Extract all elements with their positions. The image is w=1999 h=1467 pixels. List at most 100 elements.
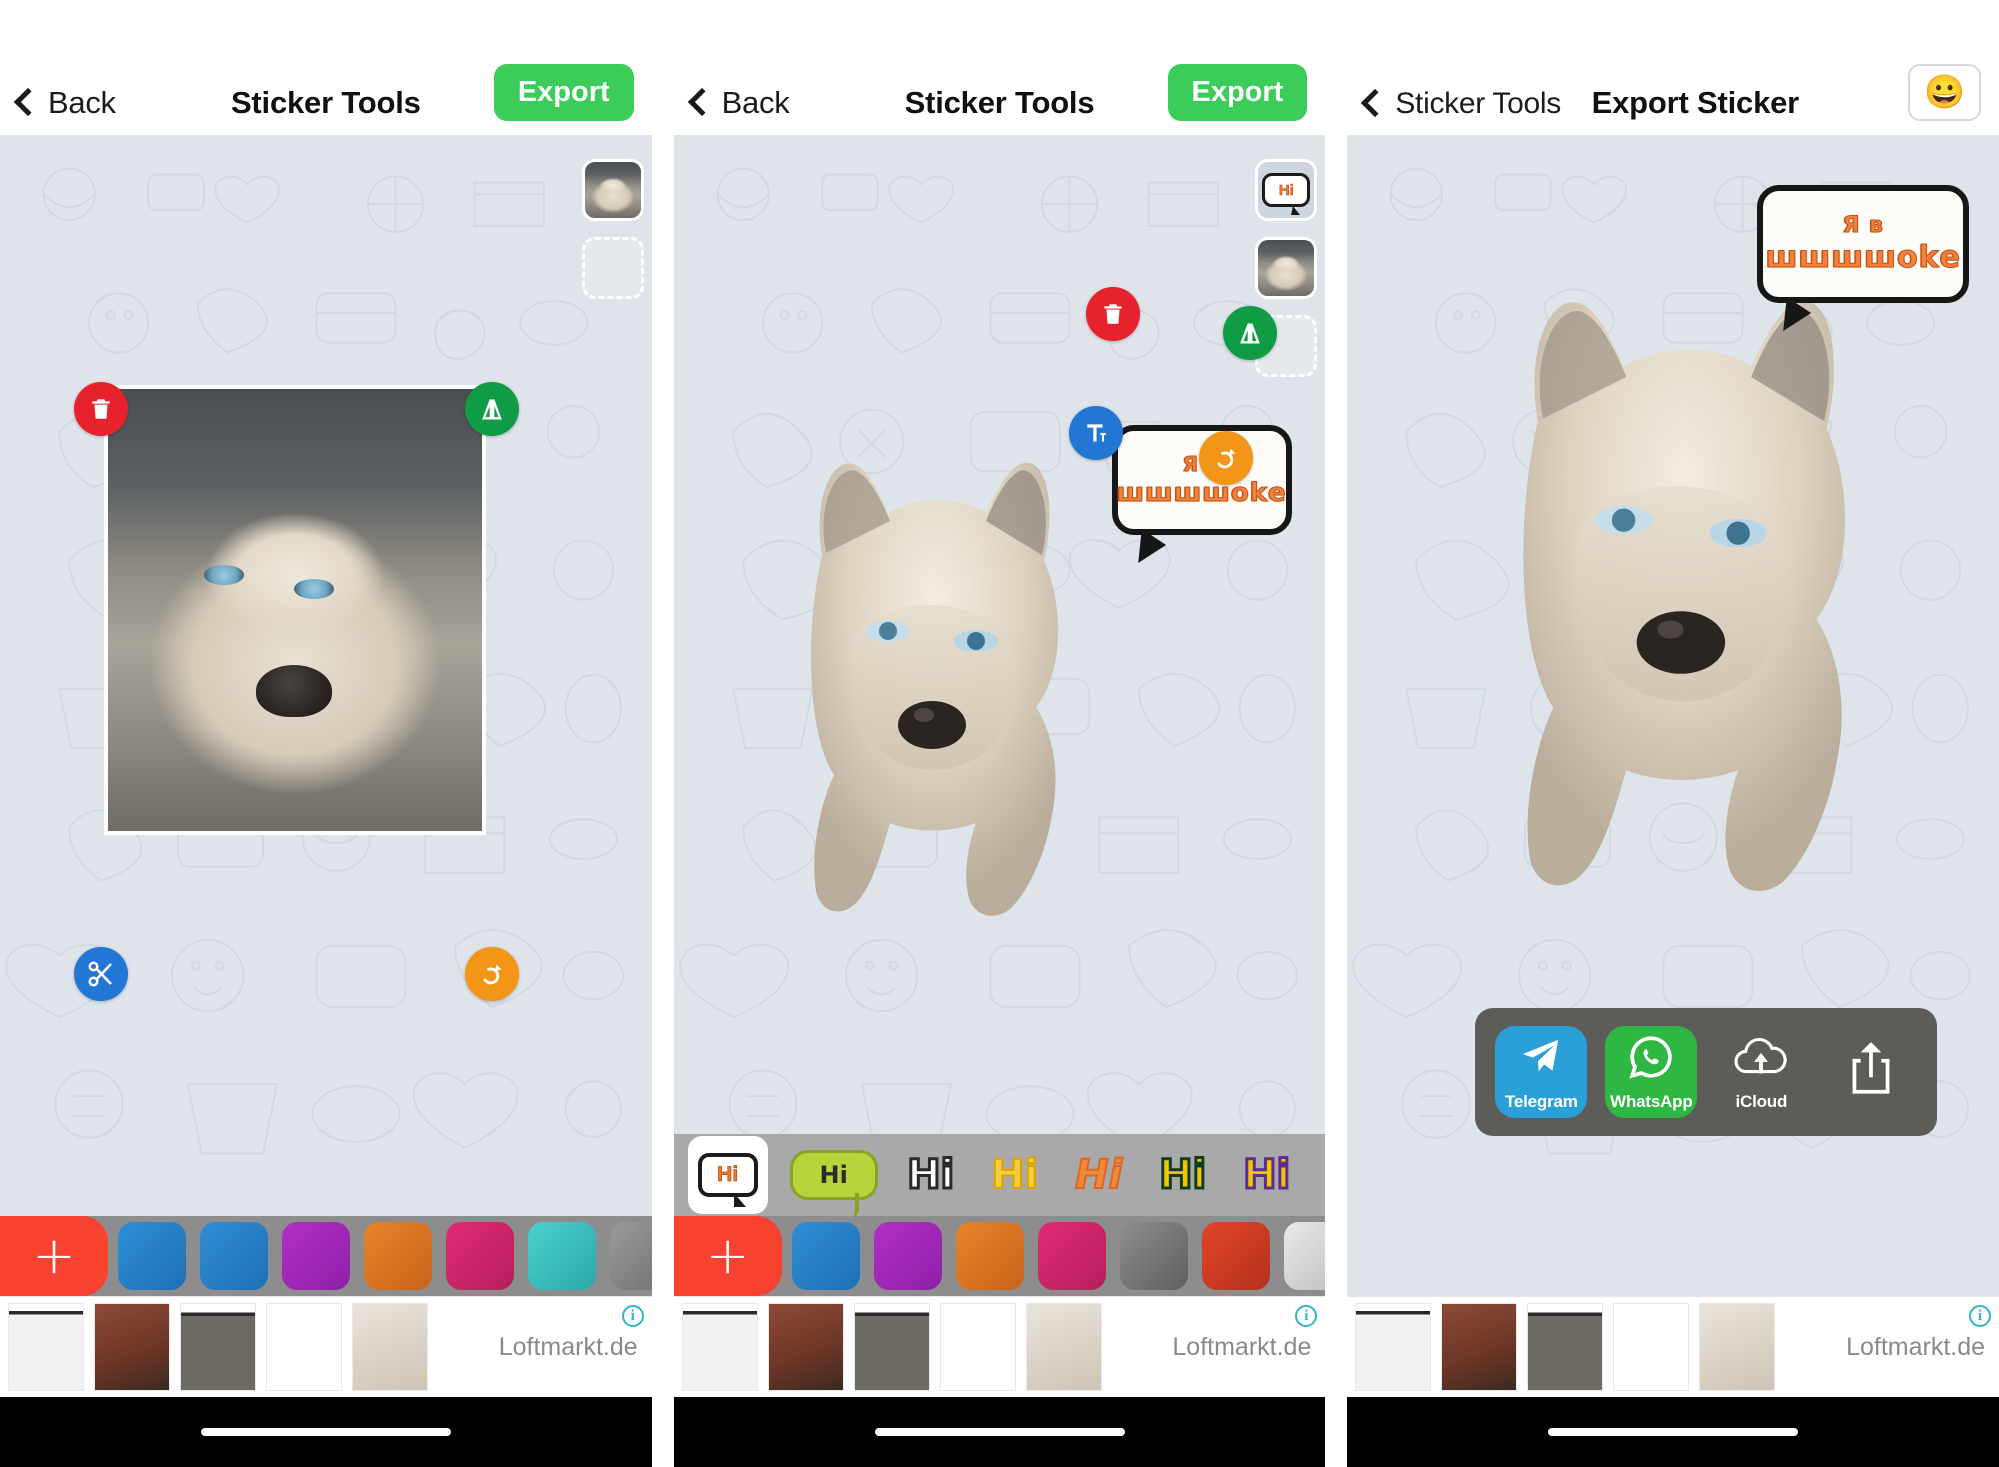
ad-thumb[interactable] <box>767 1303 844 1391</box>
share-more-button[interactable] <box>1825 1026 1917 1118</box>
share-label: iCloud <box>1735 1092 1788 1111</box>
ad-thumb[interactable] <box>180 1303 256 1391</box>
sticker-thumb[interactable] <box>528 1222 596 1290</box>
export-button[interactable]: Export <box>1167 64 1308 121</box>
layer-thumb-photo[interactable] <box>581 159 644 221</box>
sticker-thumb[interactable] <box>446 1222 514 1290</box>
sticker-thumb[interactable] <box>1283 1222 1326 1290</box>
rotate-icon <box>483 964 502 985</box>
text-style-green[interactable]: Hi <box>789 1150 878 1216</box>
home-indicator <box>200 1428 451 1436</box>
trash-icon <box>1104 304 1122 324</box>
layer-thumb-empty[interactable] <box>581 237 644 299</box>
share-telegram-button[interactable]: Telegram <box>1495 1026 1588 1118</box>
home-indicator-area-panel3 <box>1347 1397 1999 1467</box>
add-sticker-button[interactable]: + <box>673 1216 782 1296</box>
chevron-left-icon <box>687 87 716 117</box>
ad-thumb[interactable] <box>94 1303 170 1391</box>
canvas-panel1[interactable]: + <box>0 135 652 1296</box>
photo-sticker-canvas[interactable] <box>104 385 486 835</box>
back-button-panel3[interactable]: Sticker Tools <box>1361 87 1561 121</box>
page-title: Export Sticker <box>1591 85 1800 120</box>
ad-thumb[interactable] <box>939 1303 1016 1391</box>
flip-sticker-button[interactable] <box>1222 306 1277 360</box>
text-style-orange[interactable]: Hi <box>1068 1151 1130 1199</box>
text-style-bubble: Hi <box>697 1153 758 1207</box>
ad-brand-label: Loftmarkt.de <box>498 1332 638 1361</box>
ad-thumb[interactable] <box>266 1303 342 1391</box>
husky-eye-left <box>204 565 244 585</box>
text-style-white[interactable]: Hi <box>900 1151 962 1200</box>
sticker-thumb[interactable] <box>873 1222 942 1290</box>
sticker-thumb[interactable] <box>955 1222 1024 1290</box>
flip-sticker-button[interactable] <box>465 382 519 436</box>
ad-thumb[interactable] <box>1699 1303 1776 1391</box>
ad-thumb[interactable] <box>1025 1303 1102 1391</box>
sticker-thumb[interactable] <box>610 1222 652 1290</box>
sticker-thumb[interactable] <box>791 1222 860 1290</box>
share-icloud-button[interactable]: iCloud <box>1715 1026 1807 1118</box>
back-button-panel2[interactable]: Back <box>687 85 790 121</box>
trash-icon <box>92 399 110 419</box>
back-label: Back <box>721 85 790 120</box>
ad-thumb[interactable] <box>1613 1303 1690 1391</box>
ad-banner-panel3[interactable]: Loftmarkt.de i <box>1347 1296 1999 1397</box>
ad-thumb[interactable] <box>352 1303 428 1391</box>
text-style-purple[interactable]: Hi <box>1236 1151 1298 1200</box>
ad-info-icon[interactable]: i <box>1295 1305 1318 1327</box>
text-style-picker-strip[interactable]: Hi Hi Hi Hi Hi Hi Hi <box>673 1134 1326 1216</box>
ad-thumb[interactable] <box>8 1303 84 1391</box>
ad-brand-label: Loftmarkt.de <box>1846 1332 1986 1361</box>
ad-thumb[interactable] <box>853 1303 930 1391</box>
sticker-thumb[interactable] <box>1201 1222 1270 1290</box>
layer-thumb-photo[interactable] <box>1255 237 1318 299</box>
add-sticker-button[interactable]: + <box>0 1216 108 1296</box>
share-export-icon <box>1852 1042 1890 1094</box>
ad-info-icon[interactable]: i <box>1969 1305 1992 1327</box>
rotate-icon <box>1217 448 1236 469</box>
ad-banner-panel2[interactable]: Loftmarkt.de i <box>673 1296 1326 1397</box>
ad-thumb[interactable] <box>681 1303 758 1391</box>
flip-horizontal-icon <box>482 399 502 420</box>
panel-sticker-tools-photo: Back Sticker Tools Export + Loftmarkt.de… <box>0 0 652 1467</box>
cut-sticker-button[interactable] <box>74 947 128 1001</box>
panel-export-sticker: Sticker Tools Export Sticker 😀 Я в шшшшо… <box>1347 0 1999 1467</box>
chevron-left-icon <box>1361 88 1390 118</box>
ad-thumb[interactable] <box>1441 1303 1518 1391</box>
rotate-sticker-button[interactable] <box>1198 431 1253 485</box>
text-style-gold[interactable]: Hi <box>1152 1151 1214 1200</box>
canvas-panel3[interactable]: Я в шшшшоkе Telegram WhatsApp iCloud <box>1347 135 1999 1296</box>
husky-cutout-sticker[interactable] <box>764 435 1094 965</box>
ad-thumb[interactable] <box>1527 1303 1604 1391</box>
text-bubble-sticker[interactable]: Я в шшшшоkе <box>1111 425 1292 535</box>
ad-info-icon[interactable]: i <box>621 1305 644 1327</box>
text-tool-icon <box>1087 424 1106 442</box>
sticker-thumb[interactable] <box>282 1222 350 1290</box>
sticker-thumb[interactable] <box>1119 1222 1188 1290</box>
mini-bubble-icon: Hi <box>1262 173 1311 207</box>
sticker-thumb[interactable] <box>364 1222 432 1290</box>
layer-thumb-text-bubble[interactable]: Hi <box>1255 159 1318 221</box>
text-style-yellow[interactable]: Hi <box>984 1151 1046 1199</box>
ad-banner-panel1[interactable]: Loftmarkt.de i <box>0 1296 652 1397</box>
export-button[interactable]: Export <box>493 64 634 121</box>
sticker-thumb[interactable] <box>200 1222 268 1290</box>
edit-text-button[interactable] <box>1068 406 1123 460</box>
rotate-sticker-button[interactable] <box>465 947 519 1001</box>
share-whatsapp-button[interactable]: WhatsApp <box>1605 1026 1698 1118</box>
delete-sticker-button[interactable] <box>74 382 128 436</box>
back-button-panel1[interactable]: Back <box>13 85 116 121</box>
home-indicator <box>874 1428 1125 1436</box>
husky-eye-right <box>294 579 334 599</box>
whatsapp-icon <box>1629 1036 1673 1079</box>
delete-sticker-button[interactable] <box>1085 287 1140 341</box>
sticker-thumb[interactable] <box>118 1222 186 1290</box>
share-sheet[interactable]: Telegram WhatsApp iCloud <box>1475 1008 1938 1136</box>
emoji-button[interactable]: 😀 <box>1908 64 1982 121</box>
ad-thumb[interactable] <box>1355 1303 1432 1391</box>
sticker-thumb[interactable] <box>1037 1222 1106 1290</box>
icloud-upload-icon <box>1734 1038 1788 1074</box>
husky-cutout-shape <box>1523 301 1846 892</box>
text-style-selected[interactable]: Hi <box>687 1136 768 1214</box>
canvas-panel2[interactable]: Hi Я шшшшоkе Hi Hi Hi Hi Hi Hi Hi + <box>673 135 1326 1296</box>
